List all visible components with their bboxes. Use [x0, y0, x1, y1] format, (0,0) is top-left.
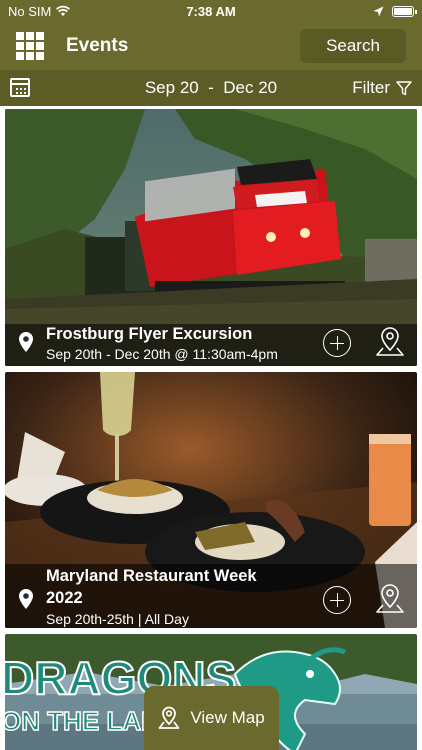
event-list[interactable]: Frostburg Flyer Excursion Sep 20th - Dec…	[0, 106, 422, 750]
search-button[interactable]: Search	[300, 29, 406, 63]
event-title: Maryland Restaurant Week 2022	[46, 565, 257, 609]
view-map-label: View Map	[190, 708, 265, 727]
map-pin-icon	[158, 706, 180, 729]
filter-icon	[396, 80, 412, 95]
status-bar: No SIM 7:38 AM	[0, 0, 422, 22]
location-pin-icon	[19, 589, 33, 609]
menu-grid-icon[interactable]	[16, 32, 44, 60]
event-card-frostburg-flyer[interactable]: Frostburg Flyer Excursion Sep 20th - Dec…	[5, 109, 417, 366]
event-title-line1: Maryland Restaurant Week	[46, 567, 257, 585]
battery-icon	[392, 5, 417, 17]
map-pin-button-icon[interactable]	[375, 326, 405, 358]
event-date: Sep 20th - Dec 20th @ 11:30am-4pm	[46, 346, 278, 362]
event-title-line2: 2022	[46, 589, 83, 607]
clock: 7:38 AM	[186, 3, 236, 19]
add-event-button[interactable]	[323, 586, 351, 614]
filter-button[interactable]: Filter	[352, 78, 412, 98]
page-title: Events	[66, 35, 129, 56]
header: Events Search	[0, 22, 422, 70]
event-date: Sep 20th-25th | All Day	[46, 611, 189, 627]
filter-label: Filter	[352, 78, 390, 97]
add-event-button[interactable]	[323, 329, 351, 357]
event-title: Frostburg Flyer Excursion	[46, 325, 253, 343]
map-pin-button-icon[interactable]	[375, 583, 405, 615]
view-map-button[interactable]: View Map	[144, 686, 279, 750]
date-bar: Sep 20 - Dec 20 Filter	[0, 70, 422, 106]
event-card-restaurant-week[interactable]: Maryland Restaurant Week 2022 Sep 20th-2…	[5, 372, 417, 628]
location-pin-icon	[19, 332, 33, 352]
